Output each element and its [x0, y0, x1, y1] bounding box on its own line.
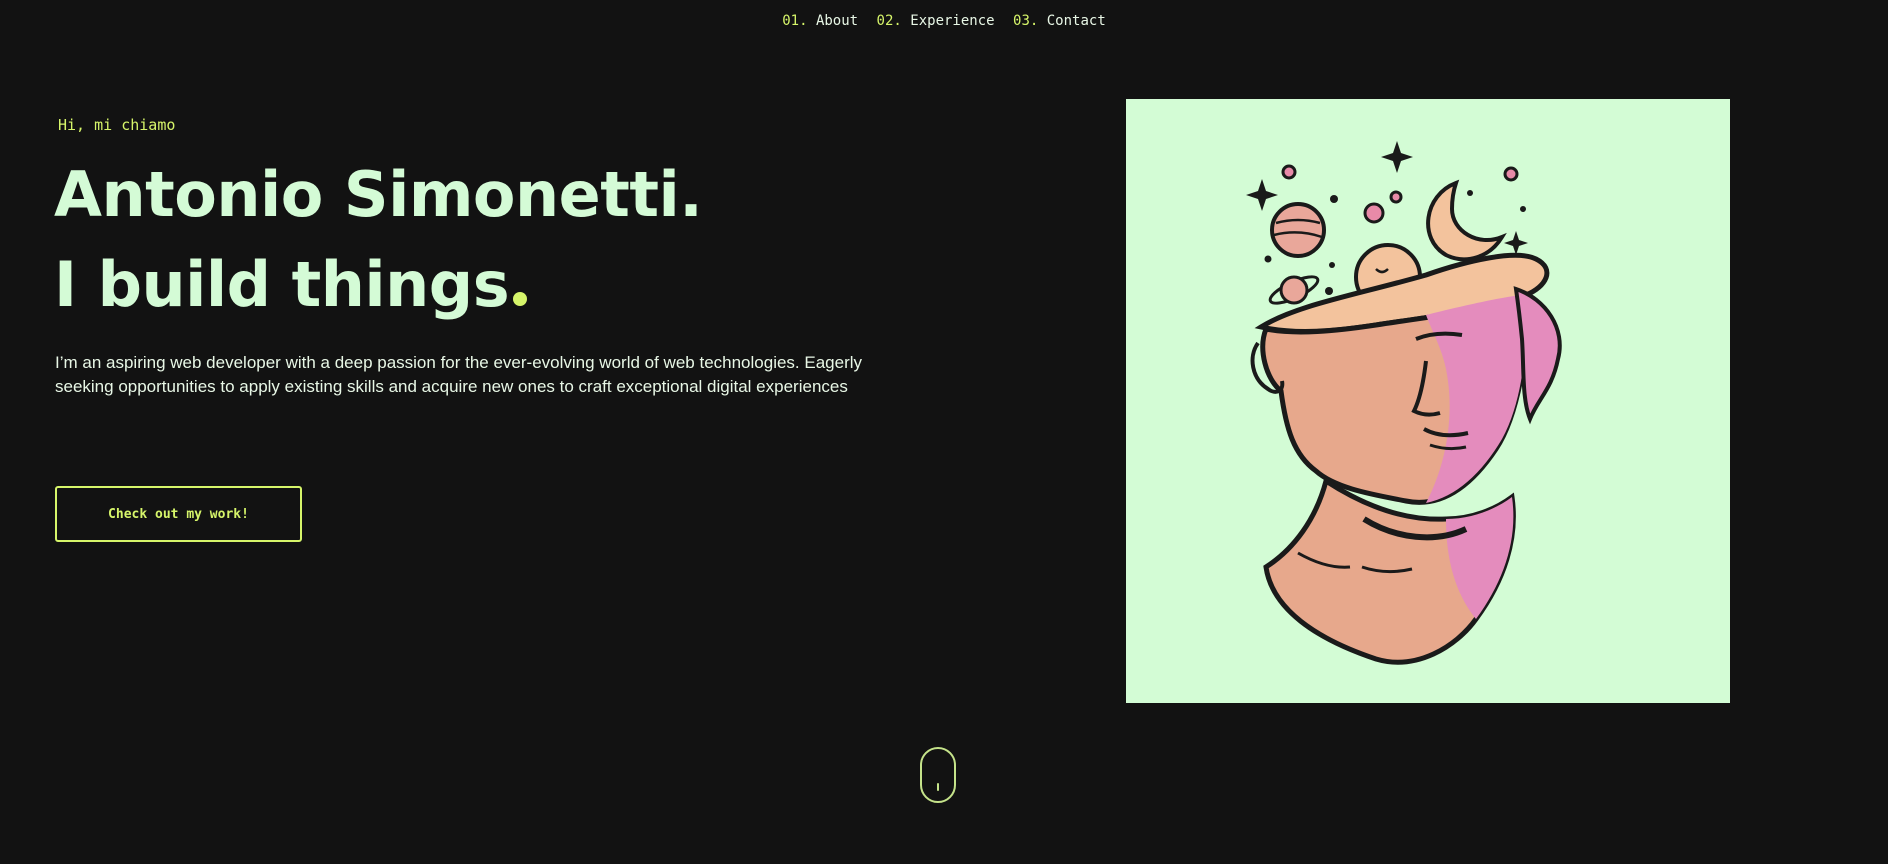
- hero-illustration: [1126, 99, 1730, 703]
- top-nav: 01. About 02. Experience 03. Contact: [0, 13, 1888, 29]
- nav-label: Contact: [1046, 13, 1106, 29]
- nav-number: 01.: [782, 13, 808, 29]
- accent-dot: [513, 292, 528, 306]
- nav-label: Experience: [910, 13, 995, 29]
- scroll-wheel: [937, 783, 939, 791]
- hero-name: Antonio Simonetti.: [54, 158, 703, 231]
- check-out-work-button[interactable]: Check out my work!: [55, 486, 302, 542]
- hero-tagline: I build things: [54, 248, 510, 321]
- mouse-scroll-icon[interactable]: [920, 747, 956, 803]
- nav-link-contact[interactable]: 03. Contact: [1013, 13, 1106, 29]
- nav-label: About: [815, 13, 859, 29]
- bust-illustration: [1246, 141, 1562, 665]
- nav-link-experience[interactable]: 02. Experience: [877, 13, 995, 29]
- hero-intro: I’m an aspiring web developer with a dee…: [55, 353, 863, 396]
- hero-greeting: Hi, mi chiamo: [58, 116, 176, 134]
- nav-link-about[interactable]: 01. About: [782, 13, 858, 29]
- nav-number: 03.: [1013, 13, 1039, 29]
- nav-number: 02.: [876, 13, 902, 29]
- hero-tagline-line: I build things: [54, 248, 528, 321]
